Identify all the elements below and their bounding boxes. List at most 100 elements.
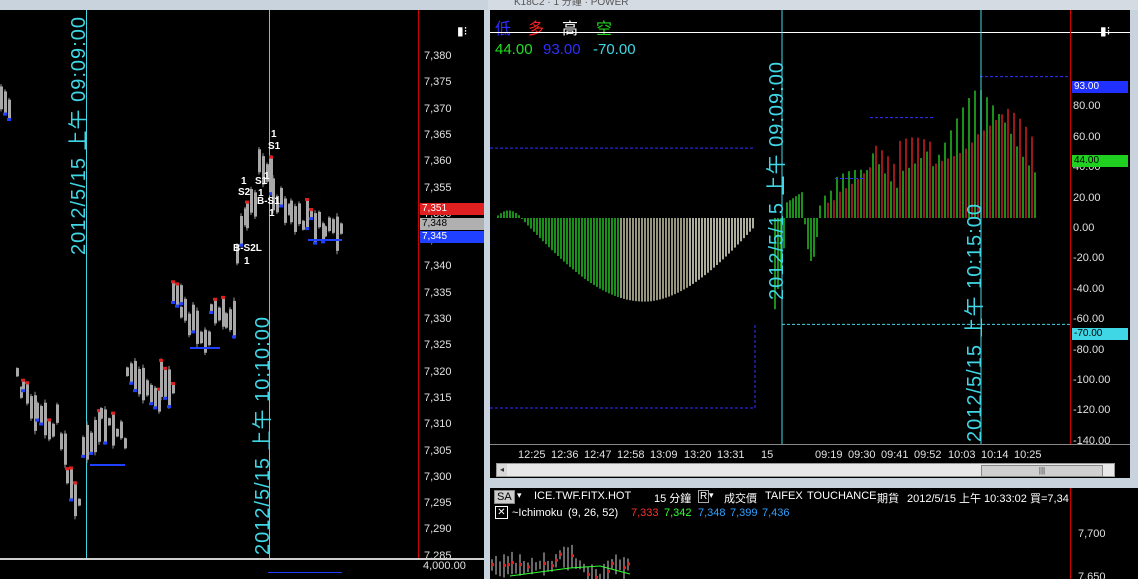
- power-x-tick: 09:52: [914, 449, 942, 461]
- low-marker: [89, 451, 93, 455]
- candle-body: [48, 421, 51, 440]
- scroll-left-arrow[interactable]: ◂: [497, 464, 507, 476]
- pane-splitter[interactable]: [0, 558, 484, 560]
- y-tick: 7,320: [424, 365, 452, 378]
- candle-body: [324, 226, 327, 237]
- candle-body: [8, 99, 11, 119]
- candle-body: [94, 419, 97, 453]
- candle-body: [64, 433, 67, 465]
- power-x-tick: 13:09: [650, 449, 678, 461]
- candle-body: [146, 380, 149, 396]
- power-y-tick: 0.00: [1073, 222, 1095, 234]
- power-x-tick: 10:25: [1014, 449, 1042, 461]
- low-marker: [163, 396, 167, 400]
- high-marker: [175, 282, 179, 286]
- low-marker: [309, 217, 313, 221]
- power-menu-icon[interactable]: ▮⁝: [1100, 24, 1110, 38]
- candle-body: [336, 216, 339, 251]
- bottom-candle-up: [587, 572, 590, 576]
- power-x-tick: 13:20: [684, 449, 712, 461]
- power-x-tick: 09:30: [848, 449, 876, 461]
- high-marker: [73, 481, 77, 485]
- bottom-candle-up: [607, 569, 610, 573]
- low-marker: [313, 241, 317, 245]
- signal-s1-mid: S1: [255, 176, 268, 187]
- candle-body: [176, 285, 179, 305]
- bottom-y-tick-2: 7,650: [1078, 571, 1106, 579]
- menu-icon[interactable]: ▮⁝: [457, 24, 467, 38]
- y-tick: 7,315: [424, 391, 452, 404]
- low-marker: [305, 227, 309, 231]
- y-tick: 7,370: [424, 102, 452, 115]
- high-marker: [213, 297, 217, 301]
- price-tag: 7,345: [420, 231, 484, 243]
- candle-body: [78, 498, 81, 506]
- low-marker: [149, 402, 153, 406]
- low-marker: [133, 389, 137, 393]
- candle-body: [108, 418, 111, 426]
- candle-body: [192, 304, 195, 331]
- bottom-candle-up: [507, 563, 510, 567]
- power-y-tick: 80.00: [1073, 100, 1101, 113]
- power-x-tick: 12:25: [518, 449, 546, 461]
- candle-body: [290, 200, 293, 223]
- y-tick: 7,380: [424, 50, 452, 62]
- high-marker: [65, 467, 69, 471]
- candle-body: [26, 384, 29, 404]
- power-value-tag: -70.00: [1072, 328, 1128, 341]
- candle-body: [229, 309, 232, 330]
- power-x-tick: 12:58: [617, 449, 645, 461]
- candle-body: [188, 313, 191, 336]
- candle-body: [164, 369, 167, 397]
- low-marker: [191, 330, 195, 334]
- candle-body: [100, 408, 103, 419]
- candle-body: [134, 360, 137, 390]
- y-tick: 7,310: [424, 418, 452, 431]
- candle-body: [233, 300, 236, 336]
- candle-body: [210, 304, 213, 312]
- high-marker: [171, 280, 175, 284]
- candle-body: [180, 285, 183, 303]
- candle-body: [56, 404, 59, 423]
- high-marker: [245, 200, 249, 204]
- y-tick: 7,290: [424, 523, 452, 536]
- candle-body: [36, 402, 39, 419]
- lower-indicator-line: [268, 572, 342, 573]
- left-price-chart[interactable]: 2012/5/15 上午 09:09:00 2012/5/15 上午 10:10…: [0, 10, 484, 558]
- candle-body: [16, 368, 19, 377]
- power-indicator-chart[interactable]: 低 多 高 空 44.00 93.00 -70.00 ▮⁝ 2012/5/15 …: [490, 10, 1130, 478]
- ichimoku-chart[interactable]: SA ▾ ICE.TWF.FITX.HOT 15 分鐘 R ▾ 成交價 TAIF…: [490, 488, 1138, 579]
- y-tick: 7,360: [424, 155, 452, 168]
- candle-body: [52, 423, 55, 437]
- candle-body: [104, 409, 107, 442]
- bottom-candle-up: [559, 552, 562, 556]
- horizontal-scrollbar[interactable]: ◂ |||: [496, 463, 1115, 477]
- low-marker: [171, 301, 175, 305]
- power-x-tick: 09:19: [815, 449, 843, 461]
- candle-body: [214, 300, 217, 324]
- candle-body: [66, 470, 69, 484]
- candle-body: [30, 396, 33, 419]
- bottom-axis-divider: [1070, 488, 1071, 579]
- candle-body: [200, 331, 203, 344]
- left-lower-pane: 4,000.00: [0, 558, 484, 579]
- power-x-tick: 12:47: [584, 449, 612, 461]
- candle-body: [70, 469, 73, 499]
- price-tag: 7,351: [420, 203, 484, 215]
- candle-body: [160, 361, 163, 397]
- signal-count-1: 1: [271, 129, 277, 140]
- low-marker: [35, 418, 39, 422]
- power-x-tick: 10:03: [948, 449, 976, 461]
- candle-body: [4, 91, 7, 113]
- high-marker: [47, 418, 51, 422]
- left-axis-divider: [418, 10, 419, 558]
- power-y-tick: -100.00: [1073, 374, 1111, 386]
- bottom-candle-up: [555, 558, 558, 562]
- candle-body: [204, 329, 207, 353]
- candle-body: [314, 213, 317, 242]
- bottom-candle-up: [571, 554, 574, 558]
- scroll-thumb[interactable]: |||: [981, 465, 1103, 477]
- candle-body: [40, 405, 43, 423]
- high-marker: [305, 197, 309, 201]
- candle-body: [240, 216, 243, 244]
